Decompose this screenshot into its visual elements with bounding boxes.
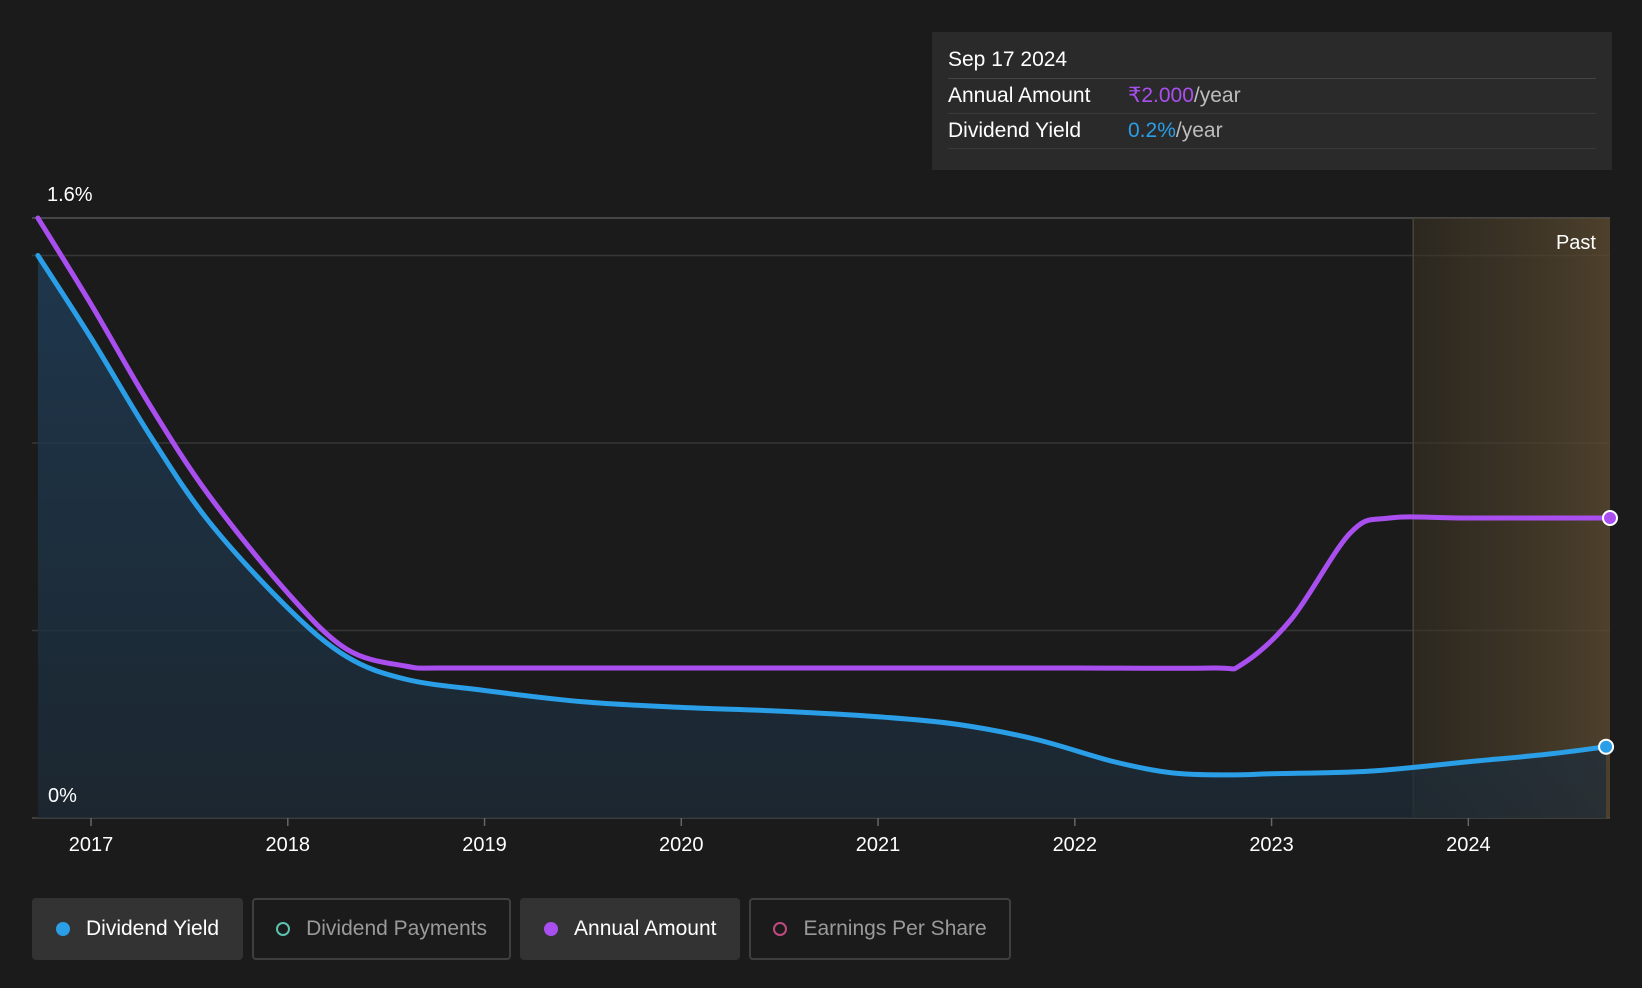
tooltip-unit: /year <box>1175 119 1223 142</box>
tooltip-date: Sep 17 2024 <box>948 46 1596 79</box>
legend-label: Dividend Payments <box>306 917 488 940</box>
annual-amount-end-marker <box>1602 510 1618 526</box>
y-axis-bottom-label: 0% <box>48 785 77 807</box>
legend-label: Dividend Yield <box>86 917 220 940</box>
legend-item-earnings-per-share[interactable]: Earnings Per Share <box>749 898 1011 960</box>
x-tick-label: 2024 <box>1446 834 1491 856</box>
tooltip-panel: Sep 17 2024 Annual Amount ₹2.000 /year D… <box>932 32 1612 170</box>
x-tick-label: 2017 <box>69 834 114 856</box>
x-tick-label: 2018 <box>266 834 311 856</box>
dividend-yield-end-marker <box>1598 738 1615 755</box>
y-axis-top-label: 1.6% <box>47 184 93 206</box>
tooltip-value: 0.2% <box>1128 119 1176 142</box>
x-tick-label: 2022 <box>1053 834 1098 856</box>
x-tick-label: 2021 <box>856 834 901 856</box>
tooltip-label: Dividend Yield <box>948 119 1082 142</box>
tooltip-row-dividend-yield: Dividend Yield 0.2% /year <box>948 114 1596 149</box>
x-tick-label: 2020 <box>659 834 704 856</box>
past-label: Past <box>1556 232 1596 254</box>
legend-dot-icon <box>544 922 559 936</box>
x-tick-label: 2023 <box>1249 834 1294 856</box>
legend-dot-icon <box>276 922 291 936</box>
tooltip-unit: /year <box>1193 84 1241 107</box>
tooltip-value: ₹2.000 <box>1128 84 1194 107</box>
legend-label: Annual Amount <box>574 917 717 940</box>
dividend-yield-area <box>37 255 1607 818</box>
x-tick-label: 2019 <box>462 834 507 856</box>
legend-item-dividend-yield[interactable]: Dividend Yield <box>32 898 244 960</box>
legend-item-dividend-payments[interactable]: Dividend Payments <box>252 898 512 960</box>
legend-dot-icon <box>773 922 788 936</box>
legend-item-annual-amount[interactable]: Annual Amount <box>520 898 741 960</box>
legend-label: Earnings Per Share <box>803 917 987 940</box>
legend-dot-icon <box>56 922 70 936</box>
legend: Dividend Yield Dividend Payments Annual … <box>32 898 1020 960</box>
tooltip-label: Annual Amount <box>948 84 1091 107</box>
tooltip-row-annual-amount: Annual Amount ₹2.000 /year <box>948 79 1596 114</box>
